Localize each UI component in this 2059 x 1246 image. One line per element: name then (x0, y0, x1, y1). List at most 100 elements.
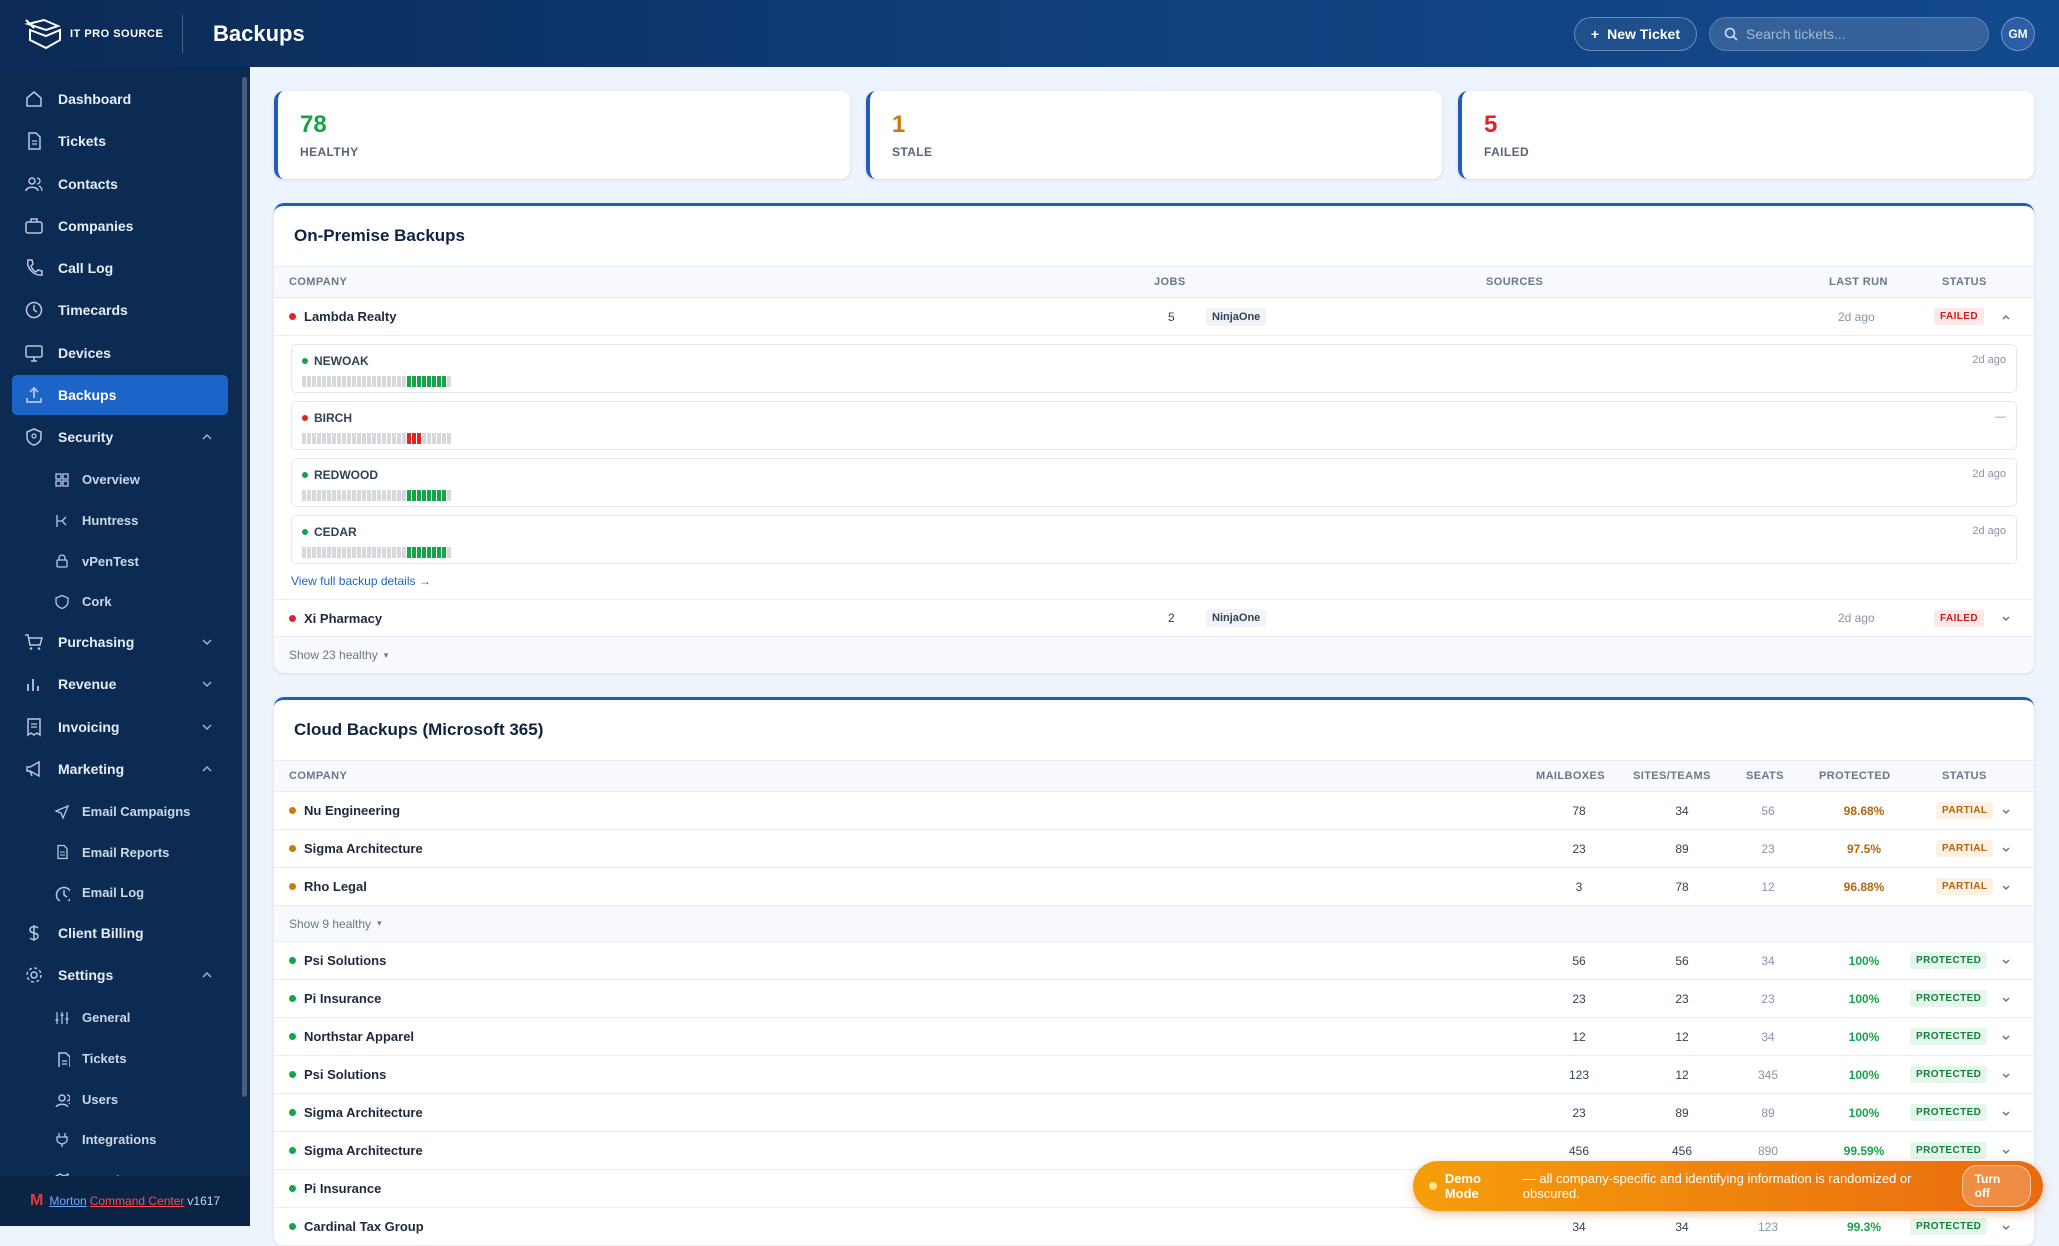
run-bar (407, 547, 411, 558)
status-dot (302, 358, 308, 364)
chevron-down-icon[interactable] (2000, 1107, 2012, 1119)
run-bar (302, 490, 306, 501)
chevron-down-icon[interactable] (2000, 1145, 2012, 1157)
run-bar (352, 547, 356, 558)
col-last-run: LAST RUN (1829, 276, 1888, 288)
sidebar-subitem-general[interactable]: General (12, 998, 228, 1039)
table-row[interactable]: Rho Legal 3 78 12 96.88% PARTIAL (274, 868, 2034, 906)
sites-count: 456 (1671, 1143, 1693, 1158)
stat-healthy[interactable]: 78 HEALTHY (274, 91, 850, 179)
stat-stale[interactable]: 1 STALE (866, 91, 1442, 179)
sidebar-subitem-label: Email Log (82, 885, 145, 901)
sidebar-subitem-vpentest[interactable]: vPenTest (12, 541, 228, 582)
company-name: Psi Solutions (304, 1067, 387, 1082)
table-row[interactable]: Nu Engineering 78 34 56 98.68% PARTIAL (274, 792, 2034, 830)
sidebar-subitem-cork[interactable]: Cork (12, 581, 228, 622)
chevron-down-icon[interactable] (2000, 1069, 2012, 1081)
sidebar-item-devices[interactable]: Devices (12, 333, 228, 373)
sidebar-item-client-billing[interactable]: Client Billing (12, 913, 228, 953)
sidebar-item-purchasing[interactable]: Purchasing (12, 622, 228, 662)
backup-job[interactable]: NEWOAK 2d ago (291, 344, 2017, 393)
sidebar-subitem-label: Integrations (82, 1132, 157, 1148)
table-row[interactable]: Xi Pharmacy 2 NinjaOne 2d ago FAILED (274, 599, 2034, 637)
table-row[interactable]: Pi Insurance 23 23 23 100% PROTECTED (274, 980, 2034, 1018)
run-bar (382, 376, 386, 387)
company-name: Sigma Architecture (304, 1105, 423, 1120)
demo-text: — all company-specific and identifying i… (1522, 1171, 1912, 1201)
sidebar-subitem-email-campaigns[interactable]: Email Campaigns (12, 791, 228, 832)
sidebar-item-companies[interactable]: Companies (12, 206, 228, 246)
sidebar-subitem-huntress[interactable]: Huntress (12, 500, 228, 541)
show-healthy-toggle[interactable]: Show 9 healthy ▾ (274, 906, 2034, 942)
sidebar-item-revenue[interactable]: Revenue (12, 664, 228, 704)
sidebar-item-tickets[interactable]: Tickets (12, 121, 228, 161)
table-row[interactable]: Cardinal Tax Group 34 34 123 99.3% PROTE… (274, 1208, 2034, 1246)
table-row[interactable]: Sigma Architecture 23 89 89 100% PROTECT… (274, 1094, 2034, 1132)
new-ticket-button[interactable]: + New Ticket (1573, 16, 1697, 51)
view-details-link[interactable]: View full backup details → (274, 564, 2034, 599)
run-bar (332, 433, 336, 444)
sidebar-item-label: Settings (58, 967, 114, 984)
sidebar-subitem-label: Overview (82, 472, 140, 488)
sidebar-subitem-users[interactable]: Users (12, 1079, 228, 1120)
sidebar-item-contacts[interactable]: Contacts (12, 164, 228, 204)
chevron-down-icon[interactable] (2000, 955, 2012, 967)
run-bar (302, 433, 306, 444)
sidebar: Dashboard Tickets Contacts Companies Call Lo… (0, 67, 250, 1226)
sidebar-item-marketing[interactable]: Marketing (12, 749, 228, 789)
search-box[interactable] (1709, 16, 1989, 51)
stat-failed[interactable]: 5 FAILED (1458, 91, 2034, 179)
sidebar-item-backups[interactable]: Backups (12, 375, 228, 416)
turn-off-button[interactable]: Turn off (1961, 1165, 2031, 1207)
sidebar-item-label: Security (58, 429, 114, 446)
company-name: Lambda Realty (304, 309, 397, 324)
backup-job[interactable]: CEDAR 2d ago (291, 515, 2017, 564)
sidebar-item-settings[interactable]: Settings (12, 955, 228, 995)
search-input[interactable] (1746, 25, 1966, 42)
sidebar-subitem-email-log[interactable]: Email Log (12, 872, 228, 913)
sidebar-subitem-label: vPenTest (82, 553, 139, 569)
table-row[interactable]: Sigma Architecture 23 89 23 97.5% PARTIA… (274, 830, 2034, 868)
sites-count: 56 (1675, 953, 1689, 968)
sidebar-item-call-log[interactable]: Call Log (12, 248, 228, 288)
sidebar-subitem-integrations[interactable]: Integrations (12, 1119, 228, 1160)
backup-job[interactable]: REDWOOD 2d ago (291, 458, 2017, 507)
chevron-down-icon[interactable] (2000, 1031, 2012, 1043)
user-avatar[interactable]: GM (2001, 16, 2035, 51)
brand-link-command-center[interactable]: Command Center (90, 1194, 185, 1208)
chevron-down-icon[interactable] (2000, 1221, 2012, 1233)
sidebar-item-dashboard[interactable]: Dashboard (12, 79, 228, 119)
sites-count: 34 (1675, 1219, 1689, 1234)
sidebar-subitem-email-reports[interactable]: Email Reports (12, 832, 228, 873)
sidebar-subitem-overview[interactable]: Overview (12, 460, 228, 501)
table-row[interactable]: Psi Solutions 56 56 34 100% PROTECTED (274, 942, 2034, 980)
chevron-down-icon[interactable] (2000, 612, 2012, 624)
run-bar (417, 433, 421, 444)
chevron-down-icon[interactable] (2000, 881, 2012, 893)
chevron-down-icon[interactable] (2000, 993, 2012, 1005)
run-bar (437, 433, 441, 444)
backup-job[interactable]: BIRCH — (291, 401, 2017, 450)
chevron-down-icon[interactable] (2000, 843, 2012, 855)
table-row[interactable]: Psi Solutions 123 12 345 100% PROTECTED (274, 1056, 2034, 1094)
show-healthy-toggle[interactable]: Show 23 healthy ▾ (274, 637, 2034, 673)
sidebar-item-invoicing[interactable]: Invoicing (12, 707, 228, 747)
run-bar (317, 376, 321, 387)
sidebar-subitem-label: Users (82, 1091, 119, 1107)
run-bar (342, 547, 346, 558)
sidebar-item-security[interactable]: Security (12, 417, 228, 457)
protected-pct: 100% (1848, 1105, 1880, 1120)
run-bar (367, 547, 371, 558)
sidebar-scrollbar[interactable] (242, 77, 247, 1097)
chevron-down-icon[interactable] (2000, 805, 2012, 817)
table-row[interactable]: Northstar Apparel 12 12 34 100% PROTECTE… (274, 1018, 2034, 1056)
chevron-up-icon (202, 765, 212, 772)
sidebar-item-timecards[interactable]: Timecards (12, 290, 228, 330)
app-logo[interactable]: IT PRO SOURCE (24, 16, 164, 52)
mailboxes-count: 12 (1572, 1029, 1586, 1044)
run-bar (392, 376, 396, 387)
sidebar-subitem-tickets[interactable]: Tickets (12, 1038, 228, 1079)
brand-link-morton[interactable]: Morton (49, 1194, 86, 1208)
table-row[interactable]: Lambda Realty 5 NinjaOne 2d ago FAILED (274, 298, 2034, 336)
chevron-up-icon[interactable] (2000, 311, 2012, 323)
